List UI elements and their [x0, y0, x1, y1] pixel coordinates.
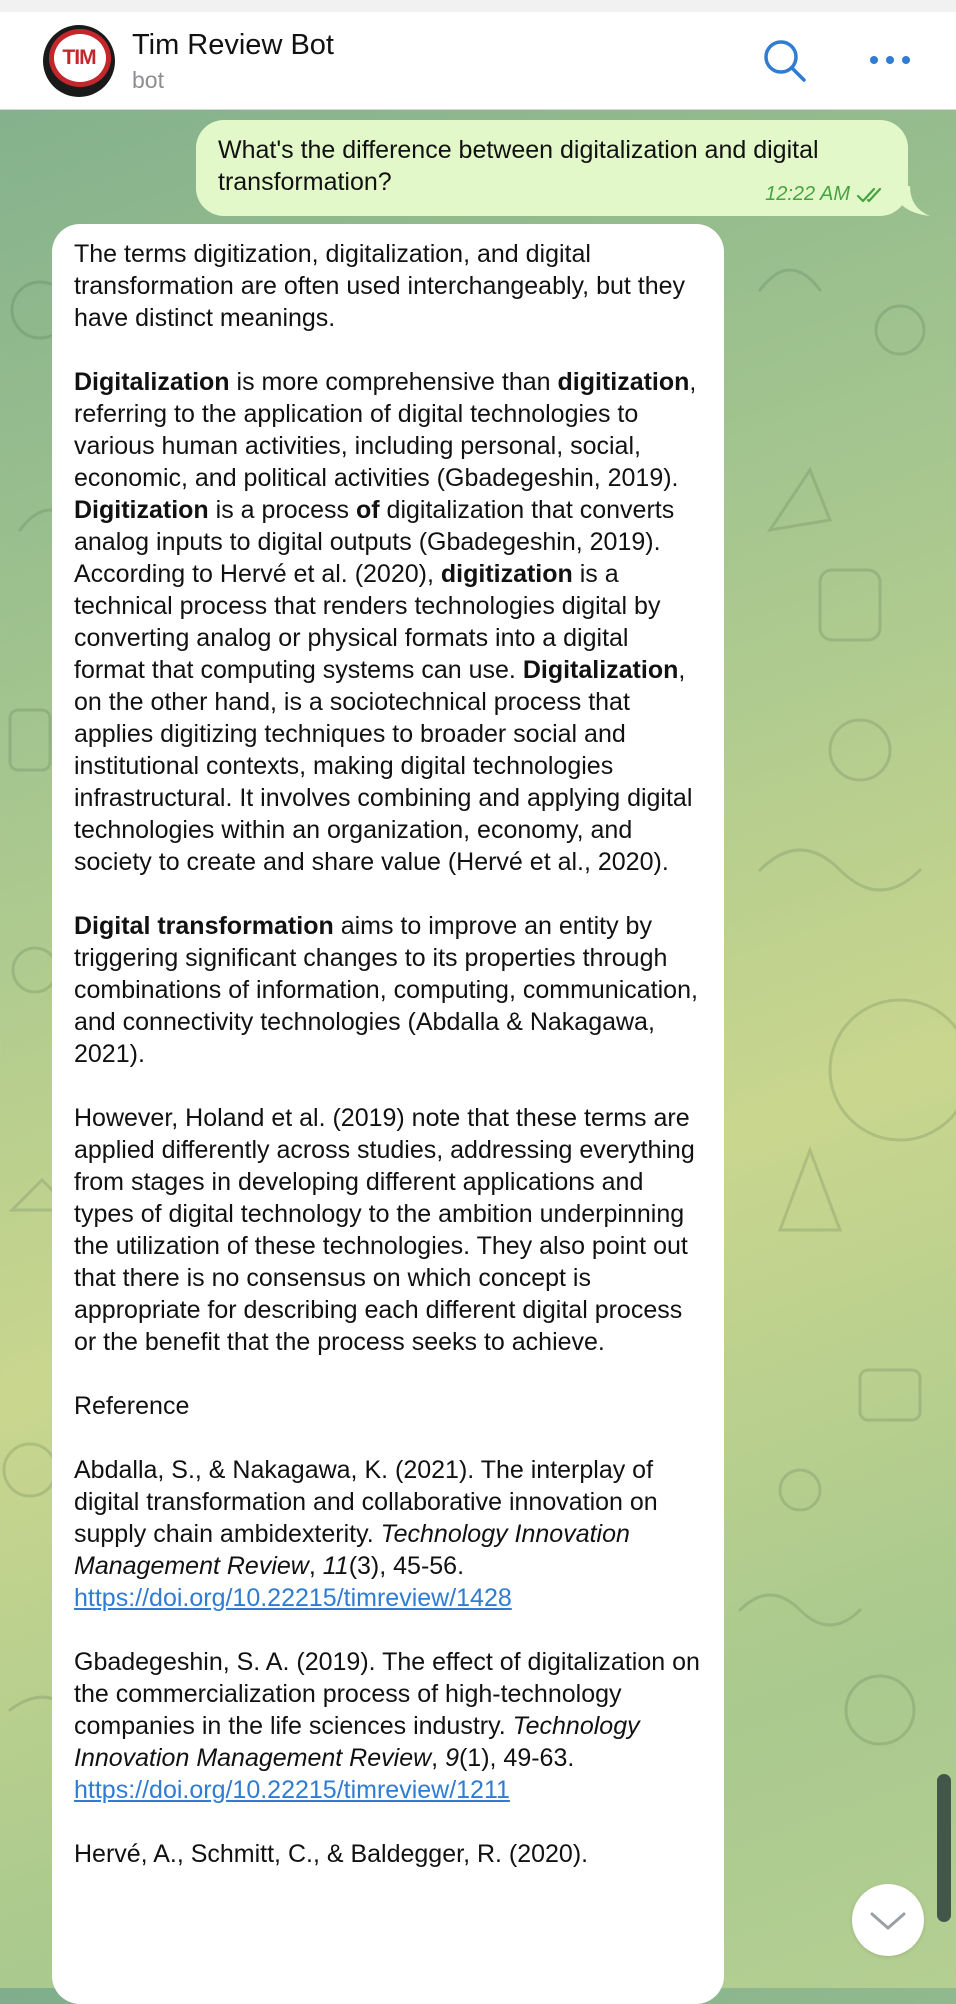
status-strip — [0, 0, 956, 12]
chat-subtitle: bot — [132, 67, 164, 93]
chat-header: TIM Tim Review Bot bot — [0, 12, 956, 110]
search-button[interactable] — [758, 34, 810, 86]
message-paragraph: However, Holand et al. (2019) note that … — [74, 1104, 695, 1356]
message-meta: 12:22 AM — [765, 183, 886, 206]
message-paragraph: Digital transformation aims to improve a… — [74, 912, 698, 1068]
more-button[interactable] — [864, 34, 916, 86]
message-paragraph: The terms digitization, digitalization, … — [74, 240, 686, 332]
reference-item-partial: Hervé, A., Schmitt, C., & Baldegger, R. … — [74, 1840, 589, 1868]
reference-item: Abdalla, S., & Nakagawa, K. (2021). The … — [74, 1456, 658, 1612]
more-icon — [870, 56, 910, 64]
avatar[interactable]: TIM — [43, 25, 115, 97]
reference-link[interactable]: https://doi.org/10.22215/timreview/1211 — [74, 1776, 510, 1804]
chevron-down-icon — [870, 1912, 906, 1930]
message-time: 12:22 AM — [765, 183, 850, 205]
reference-heading: Reference — [74, 1392, 190, 1420]
avatar-logo-text: TIM — [62, 46, 96, 69]
incoming-message[interactable]: The terms digitization, digitalization, … — [52, 224, 724, 2004]
reference-item: Gbadegeshin, S. A. (2019). The effect of… — [74, 1648, 700, 1804]
double-check-icon — [856, 187, 882, 202]
scrollbar-thumb[interactable] — [937, 1774, 951, 1922]
message-paragraph: Digitalization is more comprehensive tha… — [74, 368, 697, 876]
search-icon — [764, 40, 806, 82]
reference-link[interactable]: https://doi.org/10.22215/timreview/1428 — [74, 1584, 512, 1612]
outgoing-bubble-tail — [892, 186, 930, 216]
chat-title[interactable]: Tim Review Bot — [132, 29, 334, 62]
scroll-down-button[interactable] — [852, 1884, 924, 1956]
outgoing-message[interactable]: What's the difference between digitaliza… — [196, 120, 908, 216]
